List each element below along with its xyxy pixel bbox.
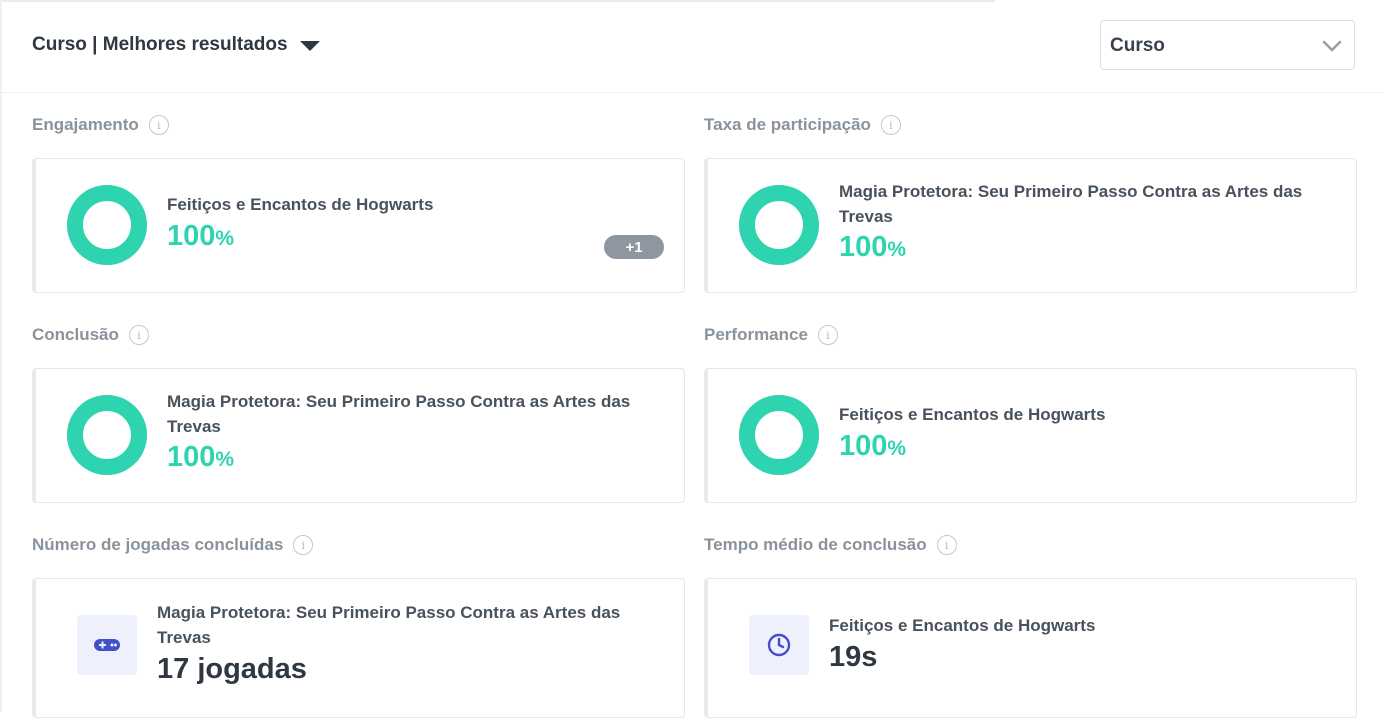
info-icon[interactable]: i [148,115,169,135]
report-title-dropdown[interactable]: Curso | Melhores resultados [32,34,320,56]
section-label: Performance [704,325,808,344]
info-icon[interactable]: i [880,115,901,135]
info-icon[interactable]: i [128,325,149,345]
metric-value: 17 jogadas [157,653,307,685]
more-count-badge[interactable]: +1 [604,235,664,259]
course-name: Feitiços e Encantos de Hogwarts [167,195,434,214]
course-name: Magia Protetora: Seu Primeiro Passo Cont… [157,603,621,647]
section-label: Engajamento [32,115,139,134]
metric-card-performance: Feitiços e Encantos de Hogwarts 100% [704,368,1357,503]
donut-chart [67,185,147,265]
clock-icon-box [749,615,809,675]
info-icon[interactable]: i [817,325,838,345]
course-name: Magia Protetora: Seu Primeiro Passo Cont… [167,392,631,436]
donut-chart [67,395,147,475]
info-icon[interactable]: i [936,535,957,555]
course-name: Feitiços e Encantos de Hogwarts [839,405,1106,424]
caret-down-icon [299,41,320,51]
metric-card-tempo: Feitiços e Encantos de Hogwarts 19s [704,578,1357,718]
donut-chart [739,395,819,475]
metric-value: 100% [167,441,235,473]
metric-card-jogadas: Magia Protetora: Seu Primeiro Passo Cont… [32,578,685,718]
metric-value: 100% [839,430,907,462]
section-tempo: Tempo médio de conclusão i [704,535,957,555]
metric-card-conclusao: Magia Protetora: Seu Primeiro Passo Cont… [32,368,685,503]
section-label: Tempo médio de conclusão [704,535,927,554]
page-title: Curso | Melhores resultados [32,34,288,55]
section-engajamento: Engajamento i [32,115,169,135]
gamepad-icon [94,639,120,651]
course-name: Magia Protetora: Seu Primeiro Passo Cont… [839,182,1303,226]
section-participacao: Taxa de participação i [704,115,901,135]
clock-icon [767,633,791,657]
gamepad-icon-box [77,615,137,675]
section-label: Taxa de participação [704,115,871,134]
filter-select[interactable]: Curso [1100,20,1355,70]
chevron-down-icon [1322,40,1342,52]
filter-select-value: Curso [1110,35,1165,56]
metric-value: 19s [829,641,878,673]
donut-chart [739,185,819,265]
section-label: Número de jogadas concluídas [32,535,284,554]
info-icon[interactable]: i [293,535,314,555]
section-performance: Performance i [704,325,838,345]
section-conclusao: Conclusão i [32,325,149,345]
metric-card-engajamento: Feitiços e Encantos de Hogwarts 100% +1 [32,158,685,293]
metric-card-participacao: Magia Protetora: Seu Primeiro Passo Cont… [704,158,1357,293]
header: Curso | Melhores resultados Curso [0,0,1383,93]
metric-value: 100% [839,231,907,263]
left-border [0,0,2,712]
course-name: Feitiços e Encantos de Hogwarts [829,616,1096,635]
metric-value: 100% [167,220,235,252]
section-label: Conclusão [32,325,119,344]
section-jogadas: Número de jogadas concluídas i [32,535,314,555]
